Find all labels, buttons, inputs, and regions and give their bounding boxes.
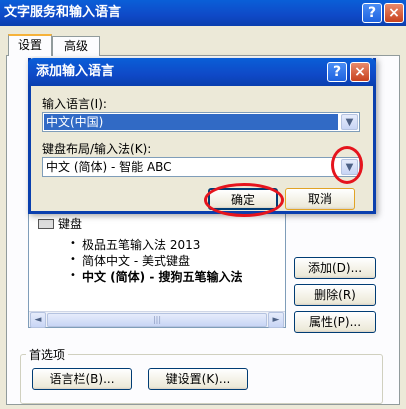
add-button[interactable]: 添加(D)... (294, 257, 376, 279)
scroll-left-icon[interactable]: ◄ (30, 312, 46, 328)
remove-button[interactable]: 删除(R) (294, 284, 376, 306)
list-item[interactable]: 极品五笔输入法 2013 (82, 236, 200, 253)
window-title: 文字服务和输入语言 (0, 0, 406, 26)
scroll-thumb[interactable]: ||| (47, 313, 267, 327)
tab-advanced[interactable]: 高级 (52, 36, 100, 56)
annotation-circle-ok (204, 183, 284, 217)
language-bar-button[interactable]: 语言栏(B)... (32, 368, 132, 390)
key-settings-button[interactable]: 键设置(K)... (148, 368, 248, 390)
help-button[interactable]: ? (362, 3, 382, 23)
bullet-icon: • (70, 270, 76, 281)
list-item[interactable]: 中文 (简体) - 搜狗五笔输入法 (82, 268, 282, 285)
close-button[interactable]: × (384, 3, 404, 23)
input-language-label: 输入语言(I): (42, 97, 107, 111)
chevron-down-icon[interactable]: ▼ (341, 114, 358, 130)
bullet-icon: • (70, 238, 76, 249)
keyboard-icon (38, 219, 54, 229)
list-item[interactable]: 简体中文 - 美式键盘 (82, 252, 190, 269)
keyboard-layout-label: 键盘布局/输入法(K): (42, 142, 152, 156)
cancel-button[interactable]: 取消 (285, 188, 355, 210)
preferences-label: 首选项 (26, 346, 69, 363)
dialog-title: 添加输入语言 (28, 58, 376, 86)
keyboard-category-label: 键盘 (58, 217, 83, 231)
tab-settings[interactable]: 设置 (8, 34, 52, 56)
annotation-circle-dropdown (331, 146, 363, 184)
scroll-right-icon[interactable]: ► (268, 312, 284, 328)
bullet-icon: • (70, 254, 76, 265)
properties-button[interactable]: 属性(P)... (294, 311, 376, 333)
input-language-value[interactable]: 中文(中国) (44, 114, 338, 130)
keyboard-layout-select[interactable]: 中文 (简体) - 智能 ABC (42, 157, 360, 177)
horizontal-scrollbar[interactable]: ◄ ||| ► (29, 311, 285, 328)
dialog-close-button[interactable]: × (350, 62, 370, 82)
dialog-help-button[interactable]: ? (327, 62, 347, 82)
